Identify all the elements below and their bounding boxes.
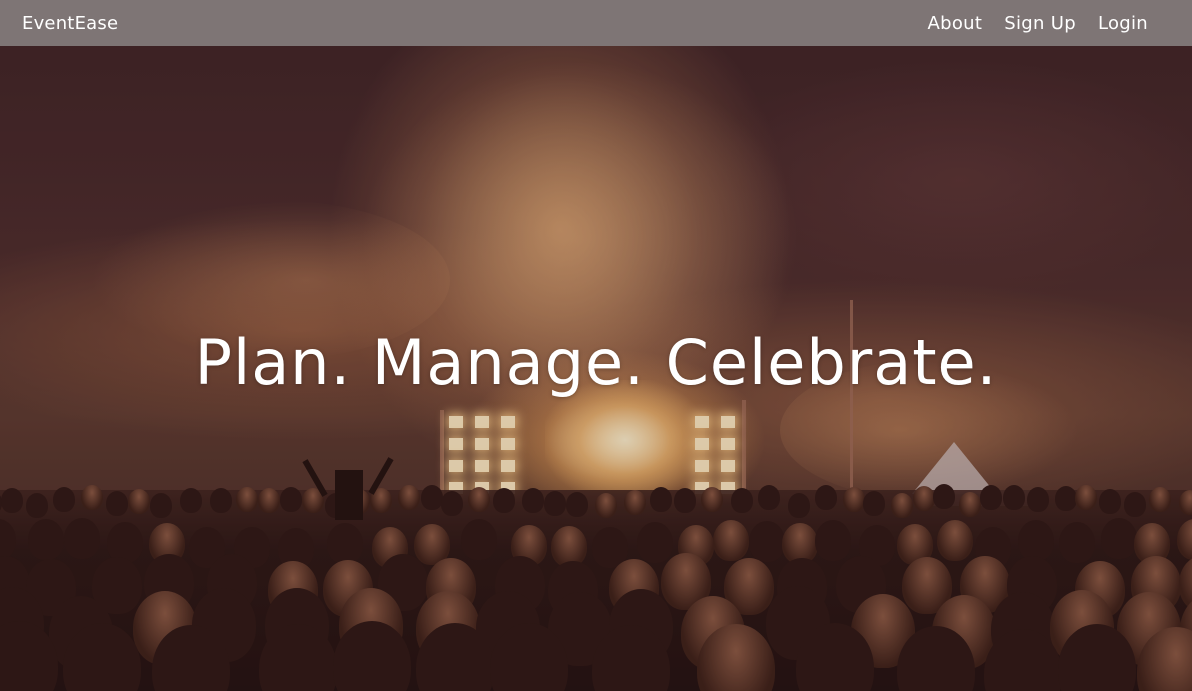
nav-link-login[interactable]: Login	[1098, 13, 1148, 34]
top-navbar: EventEase About Sign Up Login	[0, 0, 1192, 46]
landing-page: EventEase About Sign Up Login Plan. Mana…	[0, 0, 1192, 691]
hero-headline: Plan. Manage. Celebrate.	[194, 326, 998, 399]
nav-links: About Sign Up Login	[906, 13, 1148, 34]
nav-link-sign-up[interactable]: Sign Up	[1004, 13, 1076, 34]
brand-logo-link[interactable]: EventEase	[22, 13, 118, 34]
nav-link-about[interactable]: About	[928, 13, 983, 34]
